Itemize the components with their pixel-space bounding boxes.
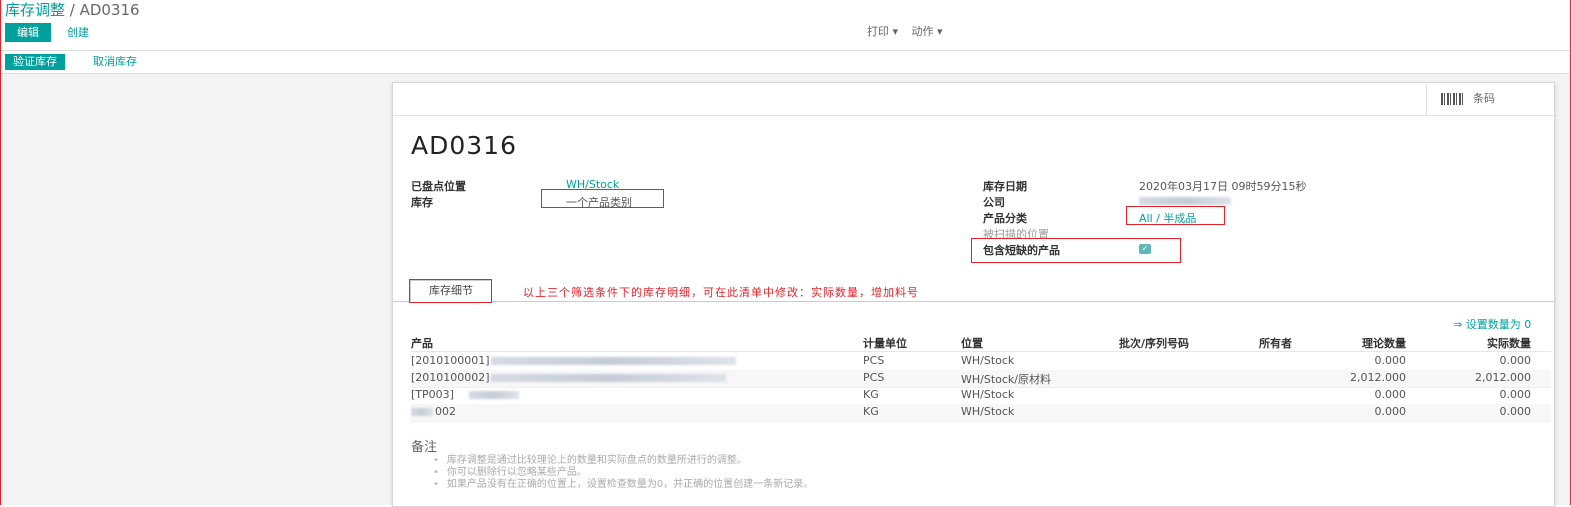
- barcode-label: 条码: [1473, 92, 1495, 105]
- breadcrumb-separator: /: [65, 1, 80, 19]
- row-real-qty[interactable]: 2,012.000: [1441, 371, 1531, 384]
- category-label: 产品分类: [983, 212, 1027, 225]
- col-owner[interactable]: 所有者: [1259, 335, 1292, 351]
- status-bar: 验证库存 取消库存: [1, 51, 1570, 74]
- row-real-qty[interactable]: 0.000: [1441, 405, 1532, 418]
- row-theoretical-qty: 0.000: [1374, 354, 1407, 367]
- row-theoretical-qty: 0.000: [1374, 388, 1407, 401]
- highlight-box-tab: [409, 279, 492, 303]
- inventory-label: 库存: [411, 196, 433, 209]
- row-product: 002: [435, 405, 456, 418]
- action-dropdowns: 打印 ▾ 动作 ▾: [867, 22, 953, 41]
- table-row[interactable]: [2010100001] PCS WH/Stock 0.000 0.000: [411, 353, 1551, 371]
- table-row[interactable]: 002 KG WH/Stock 0.000 0.000: [411, 404, 1551, 422]
- col-lot[interactable]: 批次/序列号码: [1119, 335, 1189, 351]
- breadcrumb-current: AD0316: [79, 1, 140, 19]
- barcode-icon: [1441, 93, 1465, 105]
- notes-title: 备注: [411, 440, 438, 455]
- row-location: WH/Stock/原材料: [961, 373, 1052, 386]
- row-uom: PCS: [863, 371, 885, 384]
- print-dropdown[interactable]: 打印 ▾: [867, 25, 898, 38]
- notes-item: 你可以删除行以忽略某些产品。: [433, 467, 813, 479]
- record-title: AD0316: [411, 131, 517, 160]
- annotation-text: 以上三个筛选条件下的库存明细，可在此清单中修改：实际数量，增加料号: [523, 286, 919, 299]
- location-label: 已盘点位置: [411, 180, 466, 193]
- highlight-box-category: [1126, 206, 1225, 225]
- row-product: [TP003]: [411, 388, 454, 401]
- breadcrumb: 库存调整 / AD0316: [5, 0, 140, 20]
- row-theoretical-qty: 2,012.000: [1350, 371, 1406, 384]
- row-uom: KG: [863, 388, 879, 401]
- table-row[interactable]: [TP003] KG WH/Stock 0.000 0.000: [411, 387, 1551, 405]
- col-real-qty[interactable]: 实际数量: [1441, 335, 1531, 351]
- redacted-product-name: [491, 374, 726, 382]
- control-panel: 库存调整 / AD0316 编辑 创建 打印 ▾ 动作 ▾: [1, 0, 1570, 51]
- col-location[interactable]: 位置: [961, 335, 983, 351]
- notes-item: 库存调整是通过比较理论上的数量和实际盘点的数量所进行的调整。: [433, 455, 813, 467]
- breadcrumb-parent[interactable]: 库存调整: [5, 1, 65, 19]
- row-real-qty[interactable]: 0.000: [1441, 354, 1532, 367]
- col-product[interactable]: 产品: [411, 335, 433, 351]
- company-label: 公司: [983, 196, 1005, 209]
- row-real-qty[interactable]: 0.000: [1441, 388, 1532, 401]
- row-theoretical-qty: 0.000: [1374, 405, 1407, 418]
- row-product: [2010100001]: [411, 354, 490, 367]
- redacted-product-name: [411, 408, 433, 416]
- row-uom: PCS: [863, 354, 885, 367]
- set-quantity-zero-button[interactable]: ⇒ 设置数量为 0: [1453, 316, 1531, 332]
- barcode-button[interactable]: 条码: [1426, 83, 1554, 115]
- edit-button[interactable]: 编辑: [5, 23, 51, 42]
- tab-divider: [393, 301, 1554, 302]
- button-box: 条码: [393, 83, 1554, 116]
- table-header: 产品 计量单位 位置 批次/序列号码 所有者 理论数量 实际数量: [411, 335, 1551, 352]
- row-location: WH/Stock: [961, 354, 1015, 367]
- redacted-product-name: [491, 357, 736, 365]
- validate-inventory-button[interactable]: 验证库存: [5, 54, 65, 70]
- highlight-box-exhausted: [971, 238, 1181, 263]
- redacted-product-name: [469, 391, 519, 399]
- action-dropdown[interactable]: 动作 ▾: [912, 25, 943, 38]
- row-location: WH/Stock: [961, 405, 1015, 418]
- table-row[interactable]: [2010100002] PCS WH/Stock/原材料 2,012.000 …: [411, 370, 1551, 388]
- row-product: [2010100002]: [411, 371, 490, 384]
- row-location: WH/Stock: [961, 388, 1015, 401]
- form-sheet: 条码 AD0316 已盘点位置 WH/Stock 库存 一个产品类别 库存日期 …: [392, 82, 1555, 507]
- date-value: 2020年03月17日 09时59分15秒: [1139, 180, 1307, 193]
- cancel-inventory-button[interactable]: 取消库存: [93, 54, 137, 70]
- create-button[interactable]: 创建: [67, 23, 89, 42]
- col-uom[interactable]: 计量单位: [863, 335, 907, 351]
- date-label: 库存日期: [983, 180, 1027, 193]
- highlight-box-inventory: [541, 189, 664, 208]
- col-theoretical-qty[interactable]: 理论数量: [1316, 335, 1406, 351]
- row-uom: KG: [863, 405, 879, 418]
- notes-item: 如果产品没有在正确的位置上，设置检查数量为0，并正确的位置创建一条新记录。: [433, 479, 813, 491]
- notes-list: 库存调整是通过比较理论上的数量和实际盘点的数量所进行的调整。 你可以删除行以忽略…: [433, 455, 813, 491]
